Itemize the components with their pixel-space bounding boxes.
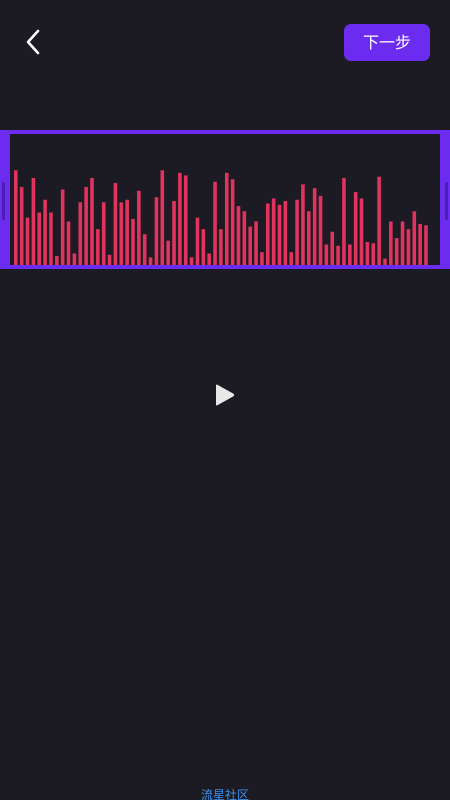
waveform-bar [219, 229, 223, 265]
waveform-bar [359, 198, 364, 265]
waveform-bar [307, 211, 311, 265]
waveform-bar [49, 212, 53, 265]
waveform-bar [412, 211, 417, 265]
waveform-bar [254, 221, 258, 265]
waveform-bar [277, 204, 282, 265]
audio-trim-selection[interactable] [0, 130, 450, 269]
waveform-bar [37, 212, 42, 265]
waveform-bar [142, 234, 147, 265]
waveform-bar [283, 201, 288, 265]
waveform-bar [295, 199, 299, 265]
audio-trim-screen: 下一步 流星社区 [0, 0, 450, 800]
waveform-bar [365, 241, 370, 265]
waveform-bar [265, 203, 270, 265]
waveform-bar [55, 256, 59, 265]
waveform-bar [224, 172, 229, 265]
watermark-text: 流星社区 [200, 788, 249, 800]
next-step-button[interactable]: 下一步 [344, 24, 430, 61]
waveform-bar [137, 190, 141, 265]
waveform-bar [60, 189, 65, 265]
waveform-bar [383, 258, 387, 265]
waveform-bar [330, 231, 335, 265]
waveform-bar [424, 225, 428, 265]
waveform-bar [371, 243, 376, 265]
trim-grip-right [445, 182, 448, 220]
waveform-bar [207, 253, 211, 265]
waveform-bar [84, 186, 88, 265]
waveform-bar [19, 186, 24, 265]
waveform-bar [271, 198, 276, 265]
waveform-bar [131, 218, 135, 265]
waveform-bar [348, 244, 352, 265]
waveform-bar [230, 179, 235, 265]
waveform-bar [242, 211, 247, 265]
waveform-bar [289, 252, 294, 265]
waveform-bar [183, 175, 188, 265]
waveform-bar [25, 217, 30, 265]
waveform-bar [312, 188, 317, 265]
waveform-bar [418, 224, 422, 265]
waveform-bar [96, 229, 100, 265]
back-button[interactable] [18, 26, 50, 58]
waveform-bar [107, 254, 112, 265]
waveform-bar [66, 221, 71, 265]
waveform-bar [119, 202, 124, 265]
chevron-left-icon [26, 29, 40, 55]
waveform-bar [336, 245, 340, 265]
waveform-bar [342, 177, 346, 265]
waveform-bar [213, 181, 217, 265]
waveform-bar [78, 202, 83, 265]
waveform-bar [260, 252, 264, 265]
waveform-bar [178, 172, 182, 265]
play-button[interactable] [212, 383, 236, 407]
waveform-bar [389, 221, 393, 265]
waveform-bar [189, 257, 194, 265]
waveform-bar [166, 240, 170, 265]
waveform-bar [353, 192, 358, 265]
waveform-bar [43, 199, 47, 265]
waveform-bar [72, 253, 77, 265]
trim-handle-left[interactable] [0, 134, 10, 265]
waveform-bar [394, 238, 399, 265]
waveform-bar [90, 177, 94, 265]
waveform-bar [172, 201, 176, 265]
trim-grip-left [2, 182, 5, 220]
waveform-bar [301, 184, 305, 265]
waveform-bar [201, 229, 206, 265]
waveform-bar [195, 217, 200, 265]
waveform-bar [125, 199, 129, 265]
waveform-bar [31, 177, 36, 265]
waveform-bar [248, 226, 252, 265]
audio-waveform [14, 170, 428, 265]
waveform-bar [148, 257, 153, 265]
waveform-bar [14, 170, 18, 265]
waveform-bar [113, 183, 118, 265]
waveform-bar [324, 244, 329, 265]
trim-handle-right[interactable] [440, 134, 450, 265]
waveform-bar [160, 170, 165, 265]
waveform-bar [154, 197, 159, 265]
waveform-bar [101, 202, 106, 265]
waveform-bar [377, 176, 381, 265]
waveform-bar [400, 221, 405, 265]
waveform-bar [406, 229, 411, 265]
waveform-bar [236, 206, 241, 265]
waveform-bar [318, 195, 323, 265]
play-icon [216, 384, 235, 406]
